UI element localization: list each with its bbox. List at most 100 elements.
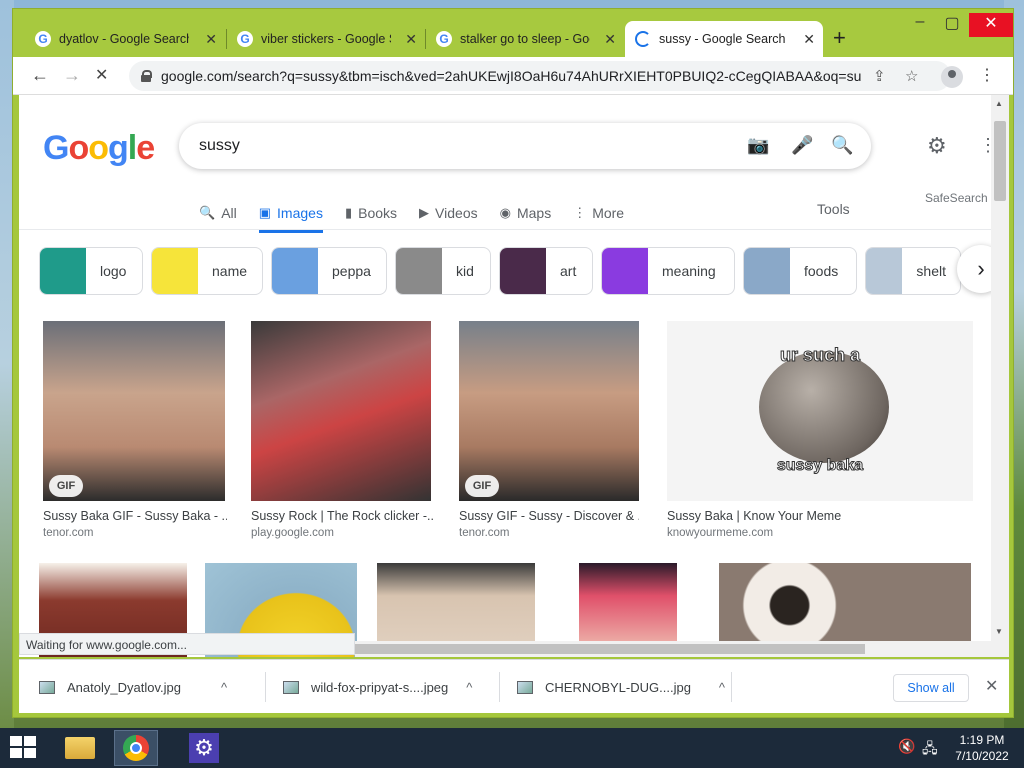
address-bar[interactable]: google.com/search?q=sussy&tbm=isch&ved=2…	[129, 61, 951, 91]
download-item[interactable]: wild-fox-pripyat-s....jpeg ^	[283, 660, 472, 714]
tab-more[interactable]: ⋮ More	[573, 199, 624, 227]
tools-button[interactable]: Tools	[817, 201, 850, 217]
google-favicon-icon: G	[237, 31, 253, 47]
chip-logo[interactable]: logo	[39, 247, 143, 295]
chip-thumbnail	[396, 248, 442, 294]
image-icon: ▣	[258, 205, 272, 220]
chip-peppa[interactable]: peppa	[271, 247, 387, 295]
tab-stalker[interactable]: G stalker go to sleep - Goo ✕	[426, 21, 624, 57]
volume-muted-icon[interactable]: 🔇	[898, 738, 915, 755]
forward-button[interactable]: →	[63, 65, 81, 86]
chip-thumbnail	[602, 248, 648, 294]
chrome-taskbar-button[interactable]	[114, 730, 158, 766]
image-result[interactable]: Sussy Rock | The Rock clicker -... play.…	[251, 321, 435, 539]
result-title[interactable]: Sussy GIF - Sussy - Discover & ...	[459, 509, 639, 523]
divider	[499, 672, 500, 702]
result-title[interactable]: Sussy Rock | The Rock clicker -...	[251, 509, 435, 523]
h-scroll-thumb[interactable]	[355, 644, 865, 654]
scroll-thumb[interactable]	[994, 121, 1006, 201]
chevron-up-icon[interactable]: ^	[466, 680, 472, 695]
google-favicon-icon: G	[436, 31, 452, 47]
chip-foods[interactable]: foods	[743, 247, 857, 295]
clock-date: 7/10/2022	[955, 749, 1009, 763]
result-source: knowyourmeme.com	[667, 527, 774, 539]
tab-label: viber stickers - Google Se	[261, 32, 391, 46]
safesearch-button[interactable]: SafeSearch	[925, 191, 988, 205]
book-icon: ▮	[344, 205, 353, 220]
chip-kid[interactable]: kid	[395, 247, 491, 295]
chip-meaning[interactable]: meaning	[601, 247, 735, 295]
tab-label: sussy - Google Search	[659, 32, 786, 46]
new-tab-button[interactable]: +	[833, 25, 846, 51]
gear-icon[interactable]: ⚙	[927, 133, 947, 159]
horizontal-scrollbar[interactable]	[355, 641, 1009, 657]
settings-taskbar-button[interactable]: ⚙	[182, 730, 226, 766]
chip-thumbnail	[866, 248, 903, 294]
camera-search-icon[interactable]: 📷	[747, 135, 769, 156]
search-input[interactable]: sussy 📷 🎤 🔍	[179, 123, 871, 169]
browser-window: G dyatlov - Google Search ✕ G viber stic…	[12, 8, 1014, 718]
tab-close-icon[interactable]: ✕	[405, 31, 417, 48]
download-item[interactable]: Anatoly_Dyatlov.jpg ^	[39, 660, 227, 714]
profile-avatar-icon[interactable]	[941, 66, 963, 88]
tab-close-icon[interactable]: ✕	[803, 31, 815, 48]
tab-viber-stickers[interactable]: G viber stickers - Google Se ✕	[227, 21, 425, 57]
share-icon[interactable]: ⇪	[873, 67, 886, 85]
search-nav-tabs: 🔍 All ▣ Images ▮ Books ▶ Videos ◉ Maps ⋮ More	[199, 199, 646, 233]
chevron-up-icon[interactable]: ^	[221, 680, 227, 695]
vertical-scrollbar[interactable]: ▲ ▼	[991, 95, 1009, 641]
image-result[interactable]: GIF Sussy Baka GIF - Sussy Baka - ... te…	[43, 321, 227, 539]
tab-sussy[interactable]: sussy - Google Search ✕	[625, 21, 823, 57]
related-chips: logo name peppa kid art meaning foods sh…	[39, 247, 969, 295]
chip-art[interactable]: art	[499, 247, 593, 295]
search-icon[interactable]: 🔍	[831, 135, 853, 156]
tab-images[interactable]: ▣ Images	[258, 199, 324, 233]
tab-maps[interactable]: ◉ Maps	[500, 199, 552, 227]
show-all-downloads-button[interactable]: Show all	[893, 674, 969, 702]
download-filename: Anatoly_Dyatlov.jpg	[67, 679, 181, 695]
google-images-page: Google sussy 📷 🎤 🔍 ⚙ ⋮⋮ 🔍All ▣Images ▮Bo…	[19, 95, 991, 657]
search-query: sussy	[199, 137, 240, 154]
meme-caption-top: ur such a	[779, 345, 861, 366]
scroll-down-icon[interactable]: ▼	[995, 627, 1003, 636]
url-text: google.com/search?q=sussy&tbm=isch&ved=2…	[161, 68, 861, 84]
close-downloads-icon[interactable]: ✕	[985, 676, 998, 696]
divider	[731, 672, 732, 702]
minimize-button[interactable]: –	[905, 13, 935, 37]
result-title[interactable]: Sussy Baka | Know Your Meme	[667, 509, 973, 523]
download-item[interactable]: CHERNOBYL-DUG....jpg ^	[517, 660, 725, 714]
taskbar: ⚙ 🔇 🖧 1:19 PM 7/10/2022	[0, 728, 1024, 768]
image-result[interactable]: ur such a sussy baka Sussy Baka | Know Y…	[667, 321, 973, 539]
result-title[interactable]: Sussy Baka GIF - Sussy Baka - ...	[43, 509, 227, 523]
tab-dyatlov[interactable]: G dyatlov - Google Search ✕	[25, 21, 225, 57]
file-explorer-taskbar-button[interactable]	[58, 730, 102, 766]
bookmark-star-icon[interactable]: ☆	[905, 67, 918, 85]
tab-close-icon[interactable]: ✕	[604, 31, 616, 48]
chip-name[interactable]: name	[151, 247, 263, 295]
gif-badge: GIF	[49, 475, 83, 497]
stop-reload-button[interactable]: ✕	[95, 65, 108, 85]
taskbar-clock[interactable]: 1:19 PM 7/10/2022	[950, 732, 1014, 764]
network-icon[interactable]: 🖧	[922, 738, 938, 762]
tab-books[interactable]: ▮ Books	[345, 199, 397, 227]
google-favicon-icon: G	[35, 31, 51, 47]
image-result[interactable]: GIF Sussy GIF - Sussy - Discover & ... t…	[459, 321, 643, 539]
chip-shelt[interactable]: shelt	[865, 247, 961, 295]
apps-grid-icon[interactable]: ⋮⋮	[979, 135, 991, 156]
browser-toolbar: ← → ✕ google.com/search?q=sussy&tbm=isch…	[13, 57, 1013, 95]
windows-start-button[interactable]	[10, 736, 38, 760]
tab-videos[interactable]: ▶ Videos	[419, 199, 478, 227]
result-image: ur such a sussy baka	[667, 321, 973, 501]
browser-menu-icon[interactable]: ⋮	[979, 65, 995, 85]
tab-label: stalker go to sleep - Goo	[460, 32, 590, 46]
tab-close-icon[interactable]: ✕	[205, 31, 217, 48]
google-logo[interactable]: Google	[43, 129, 155, 168]
chevron-up-icon[interactable]: ^	[719, 680, 725, 695]
tab-all[interactable]: 🔍 All	[199, 199, 237, 227]
maximize-button[interactable]: ▢	[937, 13, 967, 37]
scroll-up-icon[interactable]: ▲	[995, 99, 1003, 108]
back-button[interactable]: ←	[31, 65, 49, 86]
search-icon: 🔍	[199, 205, 216, 220]
close-window-button[interactable]: ✕	[969, 13, 1013, 37]
microphone-icon[interactable]: 🎤	[791, 135, 813, 156]
